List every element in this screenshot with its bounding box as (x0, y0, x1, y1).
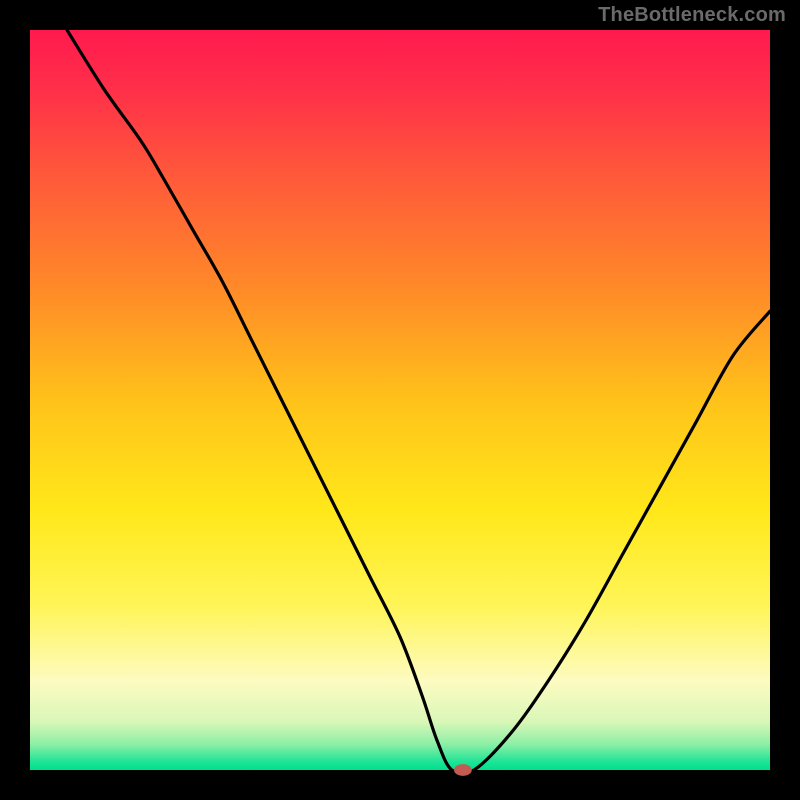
bottleneck-chart (0, 0, 800, 800)
optimum-marker (454, 764, 472, 776)
watermark-text: TheBottleneck.com (598, 4, 786, 27)
chart-stage: TheBottleneck.com (0, 0, 800, 800)
